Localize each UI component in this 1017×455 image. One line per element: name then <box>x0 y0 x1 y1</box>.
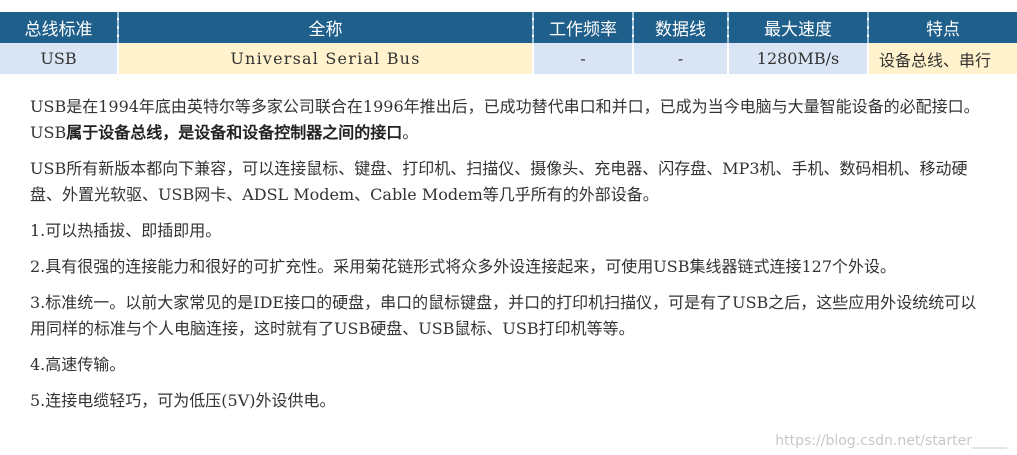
paragraph-point-4: 4.高速传输。 <box>30 355 126 374</box>
cell-feature: 设备总线、串行 <box>868 43 1017 74</box>
header-feature: 特点 <box>868 12 1017 43</box>
paragraph-point-3: 3.标准统一。以前大家常见的是IDE接口的硬盘，串口的鼠标键盘，并口的打印机扫描… <box>30 293 977 338</box>
header-bus-standard: 总线标准 <box>0 12 119 43</box>
paragraph-intro: USB是在1994年底由英特尔等多家公司联合在1996年推出后，已成功替代串口和… <box>30 94 990 146</box>
header-frequency: 工作频率 <box>533 12 634 43</box>
cell-max-speed: 1280MB/s <box>728 43 869 74</box>
cell-full-name: Universal Serial Bus <box>118 43 534 74</box>
intro-bold-text: 属于设备总线，是设备和设备控制器之间的接口 <box>66 123 403 142</box>
bus-spec-table: 总线标准 全称 工作频率 数据线 最大速度 特点 USB Universal S… <box>0 12 1017 74</box>
paragraph-compatibility: USB所有新版本都向下兼容，可以连接鼠标、键盘、打印机、扫描仪、摄像头、充电器、… <box>30 159 968 204</box>
article-body: USB是在1994年底由英特尔等多家公司联合在1996年推出后，已成功替代串口和… <box>30 94 990 424</box>
paragraph-point-5: 5.连接电缆轻巧，可为低压(5V)外设供电。 <box>30 391 336 410</box>
header-data-lines: 数据线 <box>633 12 729 43</box>
paragraph-point-2: 2.具有很强的连接能力和很好的可扩充性。采用菊花链形式将众多外设连接起来，可使用… <box>30 257 897 276</box>
watermark: https://blog.csdn.net/starter_____ <box>775 433 1007 449</box>
table-header-row: 总线标准 全称 工作频率 数据线 最大速度 特点 <box>0 12 1017 43</box>
header-max-speed: 最大速度 <box>728 12 869 43</box>
header-full-name: 全称 <box>118 12 534 43</box>
cell-bus-standard: USB <box>0 43 119 74</box>
table-row: USB Universal Serial Bus - - 1280MB/s 设备… <box>0 43 1017 74</box>
intro-end: 。 <box>402 123 419 142</box>
cell-data-lines: - <box>633 43 729 74</box>
cell-frequency: - <box>533 43 634 74</box>
paragraph-point-1: 1.可以热插拔、即插即用。 <box>30 221 222 240</box>
